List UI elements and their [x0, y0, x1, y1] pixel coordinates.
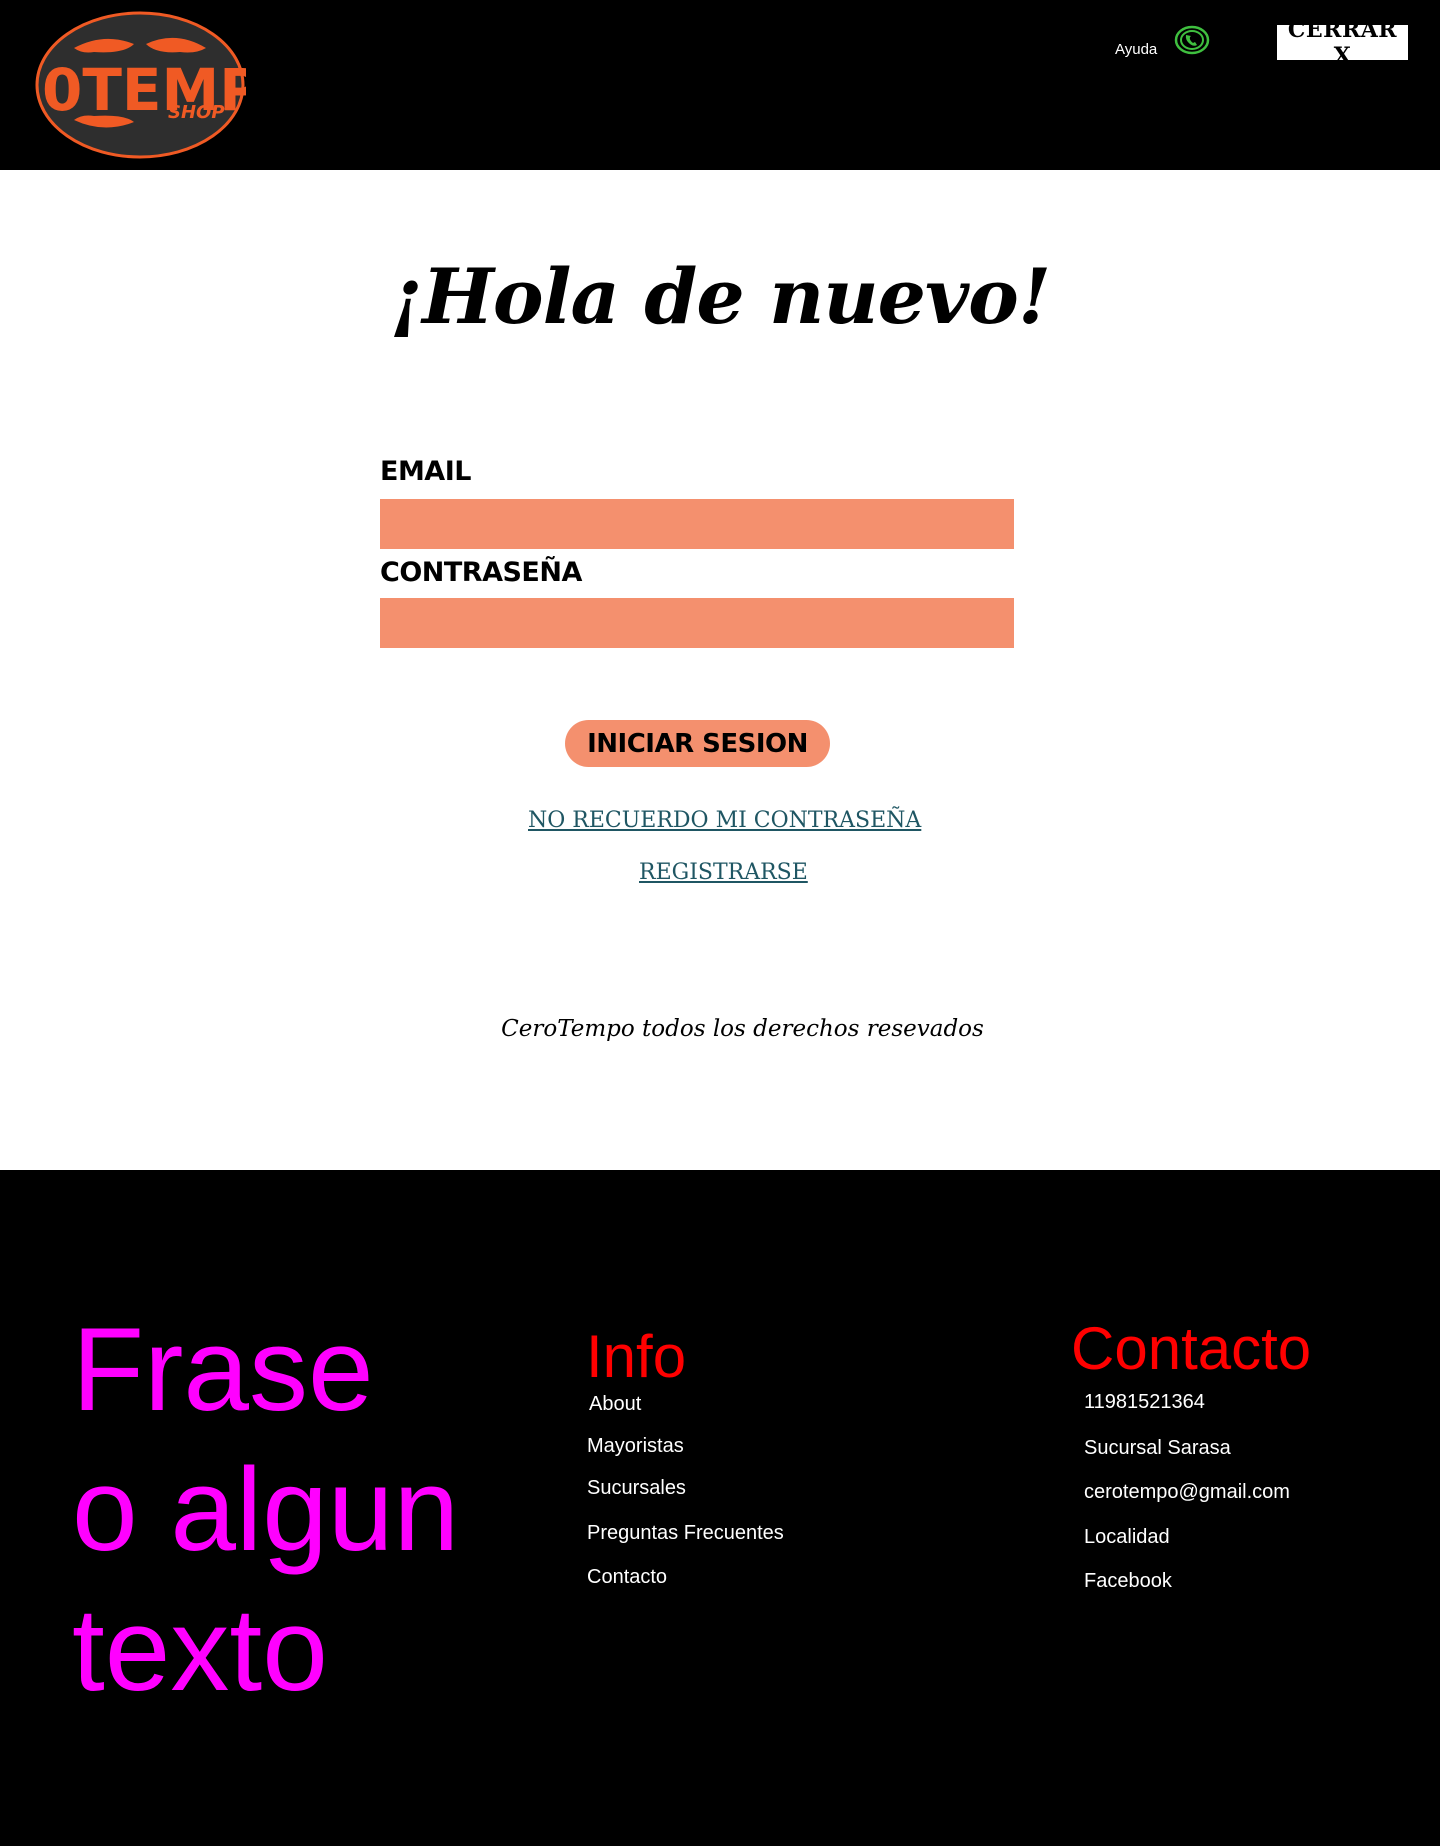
footer-link-about[interactable]: About — [589, 1393, 641, 1416]
phone-icon[interactable] — [1173, 24, 1211, 56]
password-field[interactable] — [380, 598, 1014, 648]
info-heading: Info — [586, 1323, 687, 1390]
top-header: 0TEMPO SHOP Ayuda CERRAR X — [0, 0, 1440, 170]
help-link[interactable]: Ayuda — [1115, 41, 1157, 58]
password-label: CONTRASEÑA — [380, 557, 582, 588]
register-link[interactable]: REGISTRARSE — [639, 860, 808, 885]
login-button[interactable]: INICIAR SESION — [565, 720, 830, 767]
contact-phone: 11981521364 — [1084, 1391, 1205, 1413]
email-label: EMAIL — [380, 456, 471, 487]
logo-shop: SHOP — [168, 102, 225, 123]
contact-heading: Contacto — [1071, 1315, 1312, 1382]
footer-link-mayoristas[interactable]: Mayoristas — [587, 1435, 684, 1458]
site-logo[interactable]: 0TEMPO SHOP — [34, 10, 311, 160]
forgot-password-link[interactable]: NO RECUERDO MI CONTRASEÑA — [528, 808, 921, 833]
footer-phrase-line: o algun — [72, 1444, 460, 1576]
footer-phrase-line: texto — [72, 1584, 328, 1716]
footer-phrase: Frase o algun texto — [72, 1300, 459, 1720]
contact-locality: Localidad — [1084, 1526, 1170, 1548]
close-button[interactable]: CERRAR X — [1277, 17, 1408, 69]
page-title: ¡Hola de nuevo! — [389, 252, 1051, 341]
footer-link-sucursales[interactable]: Sucursales — [587, 1477, 686, 1500]
contact-email[interactable]: cerotempo@gmail.com — [1084, 1481, 1290, 1504]
footer-link-contacto[interactable]: Contacto — [587, 1566, 667, 1589]
email-field[interactable] — [380, 499, 1014, 549]
footer-phrase-line: Frase — [72, 1304, 374, 1436]
contact-branch: Sucursal Sarasa — [1084, 1437, 1231, 1459]
copyright-text: CeroTempo todos los derechos resevados — [501, 1016, 984, 1042]
footer-link-faq[interactable]: Preguntas Frecuentes — [587, 1522, 784, 1545]
contact-facebook[interactable]: Facebook — [1084, 1570, 1172, 1593]
